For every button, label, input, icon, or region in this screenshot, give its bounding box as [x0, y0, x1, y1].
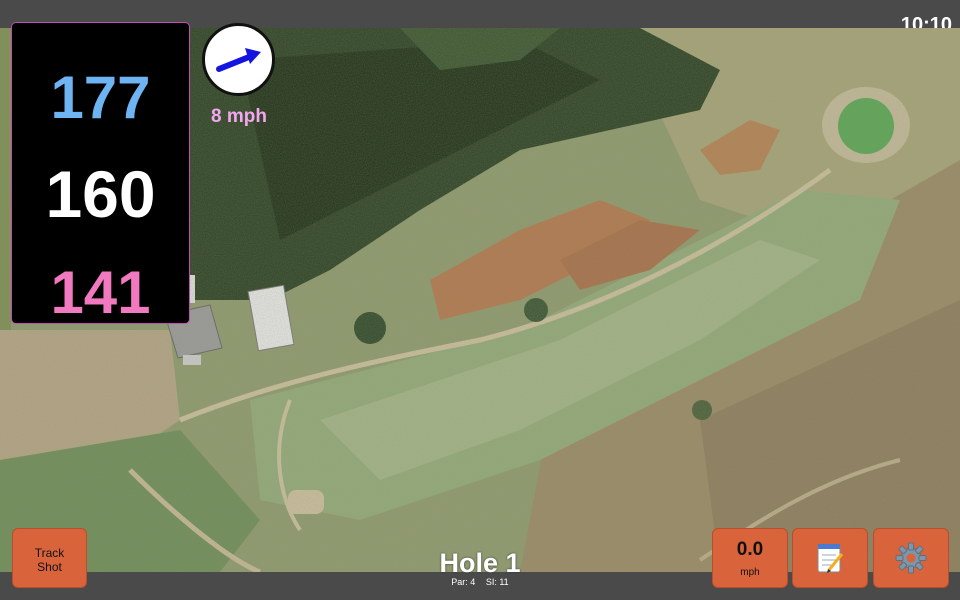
notes-button[interactable]: [792, 528, 868, 588]
distance-back: 177: [50, 64, 151, 131]
track-shot-button[interactable]: Track Shot: [12, 528, 87, 588]
track-shot-label-line2: Shot: [37, 560, 62, 574]
hole-stroke-index: SI: 11: [485, 577, 509, 587]
hole-info: Par: 4 SI: 11: [380, 577, 580, 587]
speed-unit: mph: [740, 567, 760, 578]
distance-middle: 160: [45, 157, 156, 231]
settings-button[interactable]: [873, 528, 949, 588]
hole-title: Hole 1: [439, 548, 521, 578]
hole-par: Par: 4: [451, 577, 476, 587]
wind-speed: 8 mph: [211, 106, 267, 127]
distance-front: 141: [50, 259, 151, 326]
gear-icon: [895, 542, 927, 574]
wind-direction-arrow-icon: [216, 48, 261, 72]
speed-button[interactable]: 0.0 mph: [712, 528, 788, 588]
track-shot-label-line1: Track: [34, 546, 65, 560]
distance-panel: 177 160 141: [11, 22, 190, 326]
wind-indicator: [202, 23, 275, 96]
notepad-icon: [817, 544, 844, 573]
speed-value: 0.0: [736, 539, 764, 560]
